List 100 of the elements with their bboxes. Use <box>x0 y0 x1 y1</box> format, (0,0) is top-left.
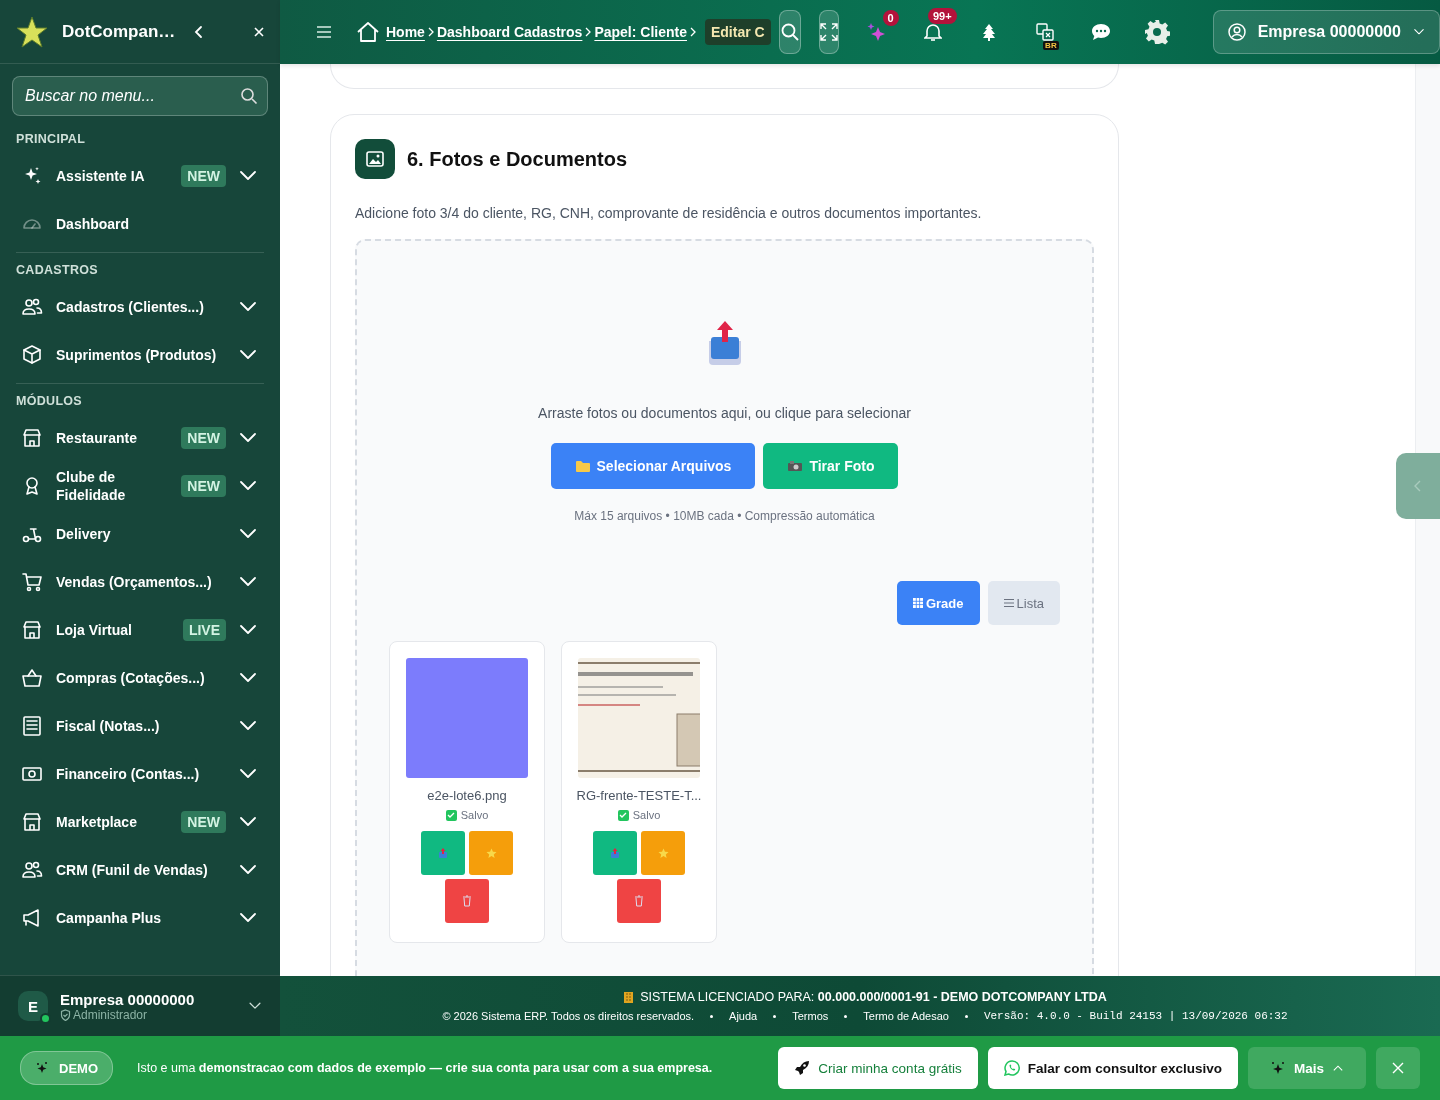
fullscreen-button[interactable] <box>818 10 839 54</box>
cart-icon <box>21 571 43 593</box>
settings-icon <box>1143 19 1170 45</box>
drop-zone[interactable] <box>355 239 1094 976</box>
menu-badge: NEW <box>181 165 226 187</box>
camera-icon <box>787 460 804 472</box>
demo-badge: DEMO <box>20 1051 113 1085</box>
menu-item[interactable]: Restaurante NEW <box>16 414 264 462</box>
menu-item[interactable]: Financeiro (Contas...) <box>16 750 264 798</box>
shield-icon <box>60 1008 71 1021</box>
menu-icon <box>316 25 332 39</box>
menu-item[interactable]: Cadastros (Clientes...) <box>16 283 264 331</box>
brand-name: DotCompan… <box>62 21 176 42</box>
sparkle-icon <box>35 1061 49 1075</box>
people-icon <box>21 859 43 881</box>
account-button[interactable]: Empresa 00000000 <box>1212 10 1440 54</box>
footer-link[interactable]: Termos <box>792 1010 829 1022</box>
menu-button[interactable] <box>316 25 332 39</box>
user-avatar: E <box>18 991 48 1021</box>
menu-item[interactable]: Assistente IA NEW <box>16 152 264 200</box>
upload-tray-icon <box>610 847 620 859</box>
breadcrumb-link[interactable]: Home <box>386 24 425 40</box>
sparkle-icon <box>1270 1060 1286 1076</box>
menu-item[interactable]: Clube de Fidelidade NEW <box>16 462 264 510</box>
menu-item[interactable]: Compras (Cotações...) <box>16 654 264 702</box>
menu-item[interactable]: Campanha Plus <box>16 894 264 942</box>
menu-item[interactable]: Dashboard <box>16 200 264 248</box>
user-role: Administrador <box>73 1007 148 1022</box>
translate-icon <box>1035 23 1054 41</box>
breadcrumb-link[interactable]: Dashboard Cadastros <box>436 24 583 40</box>
count-badge: 99+ <box>928 8 957 24</box>
section-description: Adicione foto 3/4 do cliente, RG, CNH, comprovante de residência e outros documentos importantes. <box>355 205 983 221</box>
select-files-button[interactable]: Selecionar Arquivos <box>550 443 756 489</box>
close-icon <box>1392 1062 1404 1074</box>
rocket-icon <box>794 1060 811 1076</box>
grid-icon <box>912 598 923 608</box>
license-text: SISTEMA LICENCIADO PARA: 00.000.000/0001-91 - DEMO DOTCOMPANY LTDA <box>640 990 1107 1004</box>
menu-item[interactable]: Delivery <box>16 510 264 558</box>
menu-item[interactable]: Marketplace NEW <box>16 798 264 846</box>
menu-badge: LIVE <box>182 619 226 641</box>
document-icon <box>21 715 43 737</box>
count-badge: 0 <box>882 10 899 26</box>
footer-link[interactable]: Termo de Adesao <box>863 1010 949 1022</box>
menu-item[interactable]: Loja Virtual LIVE <box>16 606 264 654</box>
box-icon <box>21 344 43 366</box>
search-icon <box>240 87 258 105</box>
create-account-button[interactable]: Criar minha conta grátis <box>778 1047 978 1089</box>
menu-badge: NEW <box>181 427 226 449</box>
version-text: Versão: 4.0.0 - Build 24153 | 13/09/2026 06:32 <box>983 1010 1288 1022</box>
copyright-text: © 2026 Sistema ERP. Todos os direitos reservados. <box>442 1010 695 1022</box>
star-icon <box>485 847 497 859</box>
menu-badge: NEW <box>181 811 226 833</box>
view-toggle[interactable]: Grade <box>896 581 980 625</box>
menu-item[interactable]: Fiscal (Notas...) <box>16 702 264 750</box>
store-icon <box>21 427 43 449</box>
list-icon <box>1003 598 1014 608</box>
home-icon <box>356 21 380 43</box>
user-circle-icon <box>1227 23 1246 41</box>
chevron-right-icon <box>584 27 593 37</box>
section-title: 6. Fotos e Documentos <box>407 147 628 171</box>
menu-item[interactable]: Vendas (Orçamentos...) <box>16 558 264 606</box>
view-toggle[interactable]: Lista <box>987 581 1060 625</box>
ai-assistant-button[interactable]: 0 <box>848 10 905 54</box>
language-badge: BR <box>1043 41 1059 50</box>
image-icon <box>366 151 384 167</box>
search-icon <box>779 22 800 42</box>
consultant-button[interactable]: Falar com consultor exclusivo <box>987 1047 1238 1089</box>
trash-icon <box>462 895 472 907</box>
menu-item[interactable]: CRM (Funil de Vendas) <box>16 846 264 894</box>
notifications-button[interactable]: 99+ <box>904 10 961 54</box>
menu-badge: NEW <box>181 475 226 497</box>
demo-message: Isto e uma demonstracao com dados de exemplo — crie sua conta para usar com a sua empresa. <box>137 1061 714 1075</box>
folder-icon <box>574 459 591 473</box>
close-icon <box>253 25 266 38</box>
file-status: Salvo <box>632 809 661 821</box>
chevron-right-icon <box>689 27 697 37</box>
user-panel[interactable]: E Empresa 00000000 Administrador <box>0 975 280 1036</box>
chat-bubble-icon <box>1003 1060 1020 1076</box>
footer-link[interactable]: Ajuda <box>729 1010 758 1022</box>
tree-icon <box>981 23 996 41</box>
chat-icon <box>1090 23 1111 41</box>
breadcrumb-link[interactable]: Papel: Cliente <box>594 24 687 40</box>
menu-item[interactable]: Suprimentos (Produtos) <box>16 331 264 379</box>
people-icon <box>21 296 43 318</box>
file-name: RG-frente-TESTE-T... <box>576 788 702 803</box>
user-name: Empresa 00000000 <box>60 990 196 1008</box>
store-icon <box>21 811 43 833</box>
menu-search-field[interactable]: Buscar no menu... <box>12 76 268 116</box>
section-heading: CADASTROS <box>16 262 99 279</box>
trash-icon <box>634 895 644 907</box>
star-icon <box>657 847 669 859</box>
search-button[interactable] <box>778 10 801 54</box>
language-button[interactable]: BR <box>1016 10 1073 54</box>
section-heading: MÓDULOS <box>16 392 83 410</box>
file-status: Salvo <box>460 809 489 821</box>
store-icon <box>21 619 43 641</box>
file-name: e2e-lote6.png <box>427 788 507 803</box>
chevron-left-icon <box>1414 480 1422 492</box>
drop-zone-text: Arraste fotos ou documentos aqui, ou clique para selecionar <box>538 405 911 421</box>
breadcrumb-current: Editar C <box>705 19 771 45</box>
